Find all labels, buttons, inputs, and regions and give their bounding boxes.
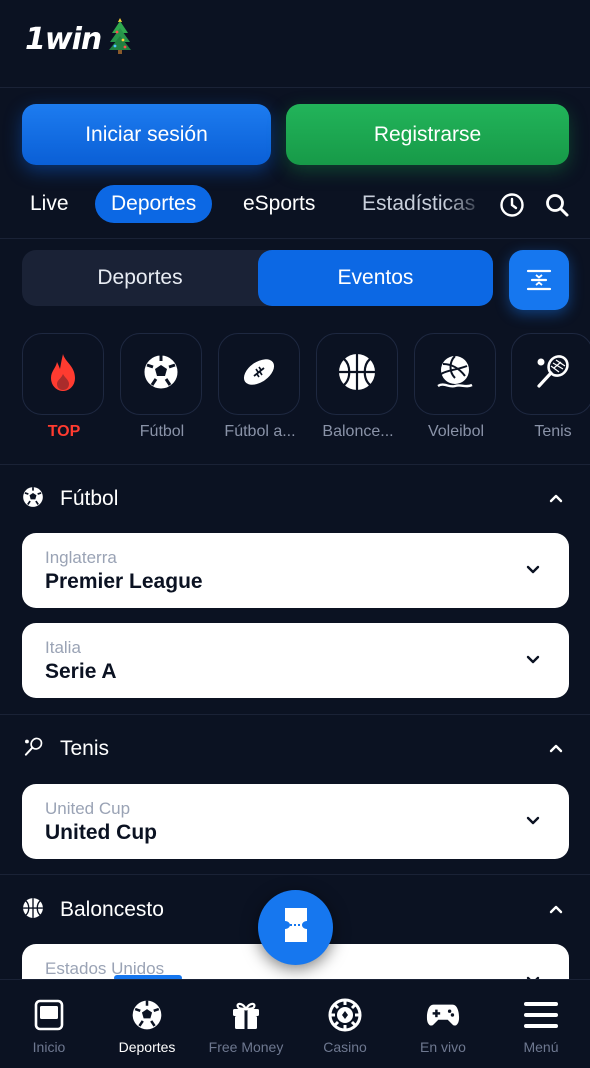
- category-label: Balonce...: [322, 423, 394, 440]
- category-label: Tenis: [534, 423, 572, 440]
- volleyball-icon: [435, 352, 475, 397]
- soccer-ball-icon: [142, 353, 180, 396]
- category-futbol[interactable]: Fútbol: [120, 333, 204, 441]
- league-country: Inglaterra: [45, 548, 117, 567]
- segment-deportes[interactable]: Deportes: [22, 250, 258, 306]
- tennis-racket-icon: [532, 352, 572, 397]
- league-name: Serie A: [45, 660, 117, 683]
- category-label: TOP: [47, 423, 81, 440]
- nav-casino[interactable]: Casino: [296, 980, 394, 1068]
- nav-label: En vivo: [420, 1039, 466, 1055]
- nav-free-money[interactable]: Free Money: [197, 980, 295, 1068]
- category-baloncesto[interactable]: Balonce...: [316, 333, 400, 441]
- bottom-navigation: Inicio Deportes Free Money Casino En viv…: [0, 979, 590, 1068]
- tennis-racket-icon: [22, 736, 44, 763]
- chevron-down-icon: [525, 813, 541, 834]
- nav-label: Free Money: [208, 1039, 284, 1055]
- christmas-tree-icon: [109, 16, 131, 62]
- ticket-icon: [281, 905, 311, 950]
- betslip-button[interactable]: [258, 890, 333, 965]
- league-row-united-cup[interactable]: United Cup United Cup: [22, 784, 569, 859]
- section-title: Baloncesto: [60, 898, 164, 921]
- basketball-icon: [22, 897, 44, 924]
- category-label: Fútbol: [139, 423, 185, 440]
- collapse-icon: [526, 269, 552, 291]
- league-name: Premier League: [45, 570, 203, 593]
- register-button[interactable]: Registrarse: [286, 104, 569, 165]
- nav-label: Casino: [323, 1039, 367, 1055]
- tab-deportes[interactable]: Deportes: [95, 185, 213, 223]
- divider: [0, 714, 590, 715]
- league-row-premier-league[interactable]: Inglaterra Premier League: [22, 533, 569, 608]
- tab-estadisticas[interactable]: Estadísticas: [362, 185, 488, 223]
- segment-eventos[interactable]: Eventos: [258, 250, 493, 306]
- chevron-down-icon: [525, 562, 541, 583]
- home-icon: [32, 998, 66, 1032]
- divider: [0, 238, 590, 239]
- section-header-tenis[interactable]: Tenis: [22, 734, 570, 764]
- app-header: 1win: [0, 0, 590, 88]
- chevron-up-icon[interactable]: [548, 490, 564, 511]
- category-futbol-americano[interactable]: Fútbol a...: [218, 333, 302, 441]
- soccer-ball-icon: [22, 486, 44, 513]
- category-tenis[interactable]: Tenis: [511, 333, 590, 441]
- category-top[interactable]: TOP: [22, 333, 106, 441]
- chevron-up-icon[interactable]: [548, 901, 564, 922]
- gamepad-icon: [426, 998, 460, 1032]
- nav-label: Inicio: [32, 1039, 66, 1055]
- logo[interactable]: 1win: [25, 18, 131, 57]
- divider: [0, 464, 590, 465]
- nav-label: Menú: [523, 1039, 559, 1055]
- nav-menu[interactable]: Menú: [492, 980, 590, 1068]
- league-country: Italia: [45, 638, 81, 657]
- category-label: Voleibol: [427, 423, 485, 440]
- chevron-down-icon: [525, 652, 541, 673]
- nav-label: Deportes: [118, 1039, 176, 1055]
- sport-nav-tabs: Live Deportes eSports Estadísticas: [0, 185, 590, 227]
- menu-icon: [524, 998, 558, 1032]
- soccer-ball-icon: [130, 998, 164, 1032]
- category-label: Fútbol a...: [224, 423, 296, 440]
- section-header-futbol[interactable]: Fútbol: [22, 484, 570, 514]
- american-football-icon: [240, 353, 278, 396]
- tab-esports[interactable]: eSports: [243, 185, 315, 223]
- nav-inicio[interactable]: Inicio: [0, 980, 98, 1068]
- section-title: Tenis: [60, 737, 110, 760]
- nav-deportes[interactable]: Deportes: [98, 980, 196, 1068]
- league-name: United Cup: [45, 821, 157, 844]
- nav-en-vivo[interactable]: En vivo: [394, 980, 492, 1068]
- basketball-icon: [337, 352, 377, 397]
- view-toggle: Deportes Eventos: [22, 250, 493, 306]
- collapse-all-button[interactable]: [509, 250, 569, 310]
- casino-chip-icon: [328, 998, 362, 1032]
- fire-icon: [46, 352, 80, 397]
- category-voleibol[interactable]: Voleibol: [414, 333, 498, 441]
- login-button[interactable]: Iniciar sesión: [22, 104, 271, 165]
- league-country: United Cup: [45, 799, 131, 818]
- league-row-serie-a[interactable]: Italia Serie A: [22, 623, 569, 698]
- tab-live[interactable]: Live: [30, 185, 69, 223]
- search-icon[interactable]: [543, 191, 571, 219]
- section-title: Fútbol: [60, 487, 119, 510]
- gift-icon: [229, 998, 263, 1032]
- chevron-up-icon[interactable]: [548, 740, 564, 761]
- clock-icon[interactable]: [498, 191, 526, 219]
- divider: [0, 874, 590, 875]
